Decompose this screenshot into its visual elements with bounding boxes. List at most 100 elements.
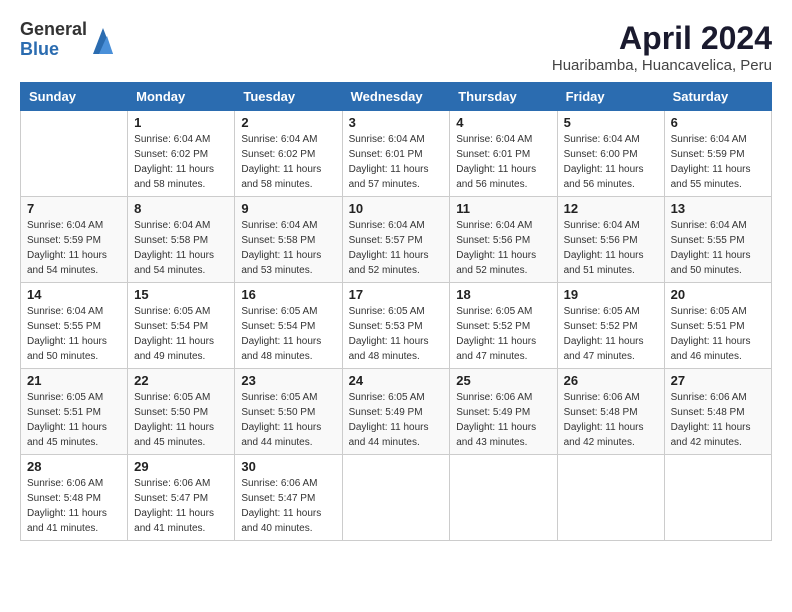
calendar-day-cell [21, 111, 128, 197]
calendar-day-cell: 4 Sunrise: 6:04 AM Sunset: 6:01 PM Daylig… [450, 111, 557, 197]
day-number: 16 [241, 287, 335, 302]
weekday-header-monday: Monday [128, 83, 235, 111]
day-info: Sunrise: 6:04 AM Sunset: 6:02 PM Dayligh… [134, 132, 228, 192]
title-block: April 2024 Huaribamba, Huancavelica, Per… [552, 20, 772, 74]
day-info: Sunrise: 6:04 AM Sunset: 5:56 PM Dayligh… [564, 218, 658, 278]
calendar-day-cell: 5 Sunrise: 6:04 AM Sunset: 6:00 PM Daylig… [557, 111, 664, 197]
day-info: Sunrise: 6:06 AM Sunset: 5:48 PM Dayligh… [27, 476, 121, 536]
calendar-week-row: 21Sunrise: 6:05 AM Sunset: 5:51 PM Dayli… [21, 369, 772, 455]
calendar-day-cell: 2Sunrise: 6:04 AM Sunset: 6:02 PM Daylig… [235, 111, 342, 197]
day-number: 1 [134, 115, 228, 130]
day-info: Sunrise: 6:06 AM Sunset: 5:47 PM Dayligh… [241, 476, 335, 536]
calendar-day-cell: 14 Sunrise: 6:04 AM Sunset: 5:55 PM Dayli… [21, 283, 128, 369]
weekday-header-thursday: Thursday [450, 83, 557, 111]
day-info: Sunrise: 6:04 AM Sunset: 5:55 PM Dayligh… [27, 304, 121, 364]
day-number: 14 [27, 287, 121, 302]
day-info: Sunrise: 6:05 AM Sunset: 5:52 PM Dayligh… [564, 304, 658, 364]
calendar-day-cell [342, 455, 450, 541]
day-info: Sunrise: 6:04 AM Sunset: 5:58 PM Dayligh… [241, 218, 335, 278]
day-number: 17 [349, 287, 444, 302]
calendar-day-cell: 16 Sunrise: 6:05 AM Sunset: 5:54 PM Dayli… [235, 283, 342, 369]
calendar-day-cell: 6 Sunrise: 6:04 AM Sunset: 5:59 PM Daylig… [664, 111, 771, 197]
calendar-day-cell: 9 Sunrise: 6:04 AM Sunset: 5:58 PM Daylig… [235, 197, 342, 283]
day-number: 30 [241, 459, 335, 474]
calendar-day-cell [450, 455, 557, 541]
calendar-week-row: 1 Sunrise: 6:04 AM Sunset: 6:02 PM Daylig… [21, 111, 772, 197]
day-info: Sunrise: 6:04 AM Sunset: 6:01 PM Dayligh… [349, 132, 444, 192]
calendar-day-cell: 19 Sunrise: 6:05 AM Sunset: 5:52 PM Dayli… [557, 283, 664, 369]
logo-blue: Blue [20, 40, 87, 60]
calendar-day-cell: 27 Sunrise: 6:06 AM Sunset: 5:48 PM Dayli… [664, 369, 771, 455]
calendar-table: SundayMondayTuesdayWednesdayThursdayFrid… [20, 82, 772, 541]
day-number: 24 [349, 373, 444, 388]
day-info: Sunrise: 6:05 AM Sunset: 5:49 PM Dayligh… [349, 390, 444, 450]
weekday-header-friday: Friday [557, 83, 664, 111]
calendar-day-cell: 13Sunrise: 6:04 AM Sunset: 5:55 PM Dayli… [664, 197, 771, 283]
day-info: Sunrise: 6:04 AM Sunset: 5:57 PM Dayligh… [349, 218, 444, 278]
calendar-week-row: 7 Sunrise: 6:04 AM Sunset: 5:59 PM Daylig… [21, 197, 772, 283]
logo-general: General [20, 20, 87, 40]
day-number: 7 [27, 201, 121, 216]
day-info: Sunrise: 6:06 AM Sunset: 5:48 PM Dayligh… [564, 390, 658, 450]
day-info: Sunrise: 6:04 AM Sunset: 5:58 PM Dayligh… [134, 218, 228, 278]
weekday-header-sunday: Sunday [21, 83, 128, 111]
day-info: Sunrise: 6:05 AM Sunset: 5:54 PM Dayligh… [134, 304, 228, 364]
day-info: Sunrise: 6:04 AM Sunset: 6:01 PM Dayligh… [456, 132, 550, 192]
calendar-day-cell: 25 Sunrise: 6:06 AM Sunset: 5:49 PM Dayli… [450, 369, 557, 455]
calendar-day-cell: 28 Sunrise: 6:06 AM Sunset: 5:48 PM Dayli… [21, 455, 128, 541]
location-subtitle: Huaribamba, Huancavelica, Peru [552, 57, 772, 74]
day-info: Sunrise: 6:05 AM Sunset: 5:53 PM Dayligh… [349, 304, 444, 364]
calendar-day-cell: 7 Sunrise: 6:04 AM Sunset: 5:59 PM Daylig… [21, 197, 128, 283]
calendar-day-cell: 24 Sunrise: 6:05 AM Sunset: 5:49 PM Dayli… [342, 369, 450, 455]
calendar-day-cell [664, 455, 771, 541]
day-info: Sunrise: 6:04 AM Sunset: 5:55 PM Dayligh… [671, 218, 765, 278]
day-number: 15 [134, 287, 228, 302]
day-number: 25 [456, 373, 550, 388]
day-number: 6 [671, 115, 765, 130]
calendar-week-row: 14 Sunrise: 6:04 AM Sunset: 5:55 PM Dayli… [21, 283, 772, 369]
day-number: 20 [671, 287, 765, 302]
day-info: Sunrise: 6:04 AM Sunset: 5:56 PM Dayligh… [456, 218, 550, 278]
calendar-day-cell: 20 Sunrise: 6:05 AM Sunset: 5:51 PM Dayli… [664, 283, 771, 369]
calendar-day-cell: 18Sunrise: 6:05 AM Sunset: 5:52 PM Dayli… [450, 283, 557, 369]
day-number: 2 [241, 115, 335, 130]
calendar-day-cell: 10 Sunrise: 6:04 AM Sunset: 5:57 PM Dayli… [342, 197, 450, 283]
day-number: 28 [27, 459, 121, 474]
day-info: Sunrise: 6:04 AM Sunset: 5:59 PM Dayligh… [27, 218, 121, 278]
calendar-day-cell: 3 Sunrise: 6:04 AM Sunset: 6:01 PM Daylig… [342, 111, 450, 197]
day-info: Sunrise: 6:05 AM Sunset: 5:52 PM Dayligh… [456, 304, 550, 364]
day-number: 23 [241, 373, 335, 388]
day-number: 29 [134, 459, 228, 474]
day-number: 3 [349, 115, 444, 130]
calendar-day-cell: 29 Sunrise: 6:06 AM Sunset: 5:47 PM Dayli… [128, 455, 235, 541]
day-info: Sunrise: 6:06 AM Sunset: 5:47 PM Dayligh… [134, 476, 228, 536]
calendar-day-cell: 26Sunrise: 6:06 AM Sunset: 5:48 PM Dayli… [557, 369, 664, 455]
day-info: Sunrise: 6:04 AM Sunset: 6:00 PM Dayligh… [564, 132, 658, 192]
calendar-day-cell: 17 Sunrise: 6:05 AM Sunset: 5:53 PM Dayli… [342, 283, 450, 369]
calendar-day-cell: 15 Sunrise: 6:05 AM Sunset: 5:54 PM Dayli… [128, 283, 235, 369]
day-info: Sunrise: 6:06 AM Sunset: 5:48 PM Dayligh… [671, 390, 765, 450]
calendar-week-row: 28 Sunrise: 6:06 AM Sunset: 5:48 PM Dayli… [21, 455, 772, 541]
day-number: 4 [456, 115, 550, 130]
day-number: 19 [564, 287, 658, 302]
day-number: 22 [134, 373, 228, 388]
day-info: Sunrise: 6:05 AM Sunset: 5:51 PM Dayligh… [671, 304, 765, 364]
day-number: 11 [456, 201, 550, 216]
day-info: Sunrise: 6:05 AM Sunset: 5:54 PM Dayligh… [241, 304, 335, 364]
day-info: Sunrise: 6:05 AM Sunset: 5:50 PM Dayligh… [134, 390, 228, 450]
calendar-day-cell: 23Sunrise: 6:05 AM Sunset: 5:50 PM Dayli… [235, 369, 342, 455]
day-number: 5 [564, 115, 658, 130]
day-number: 27 [671, 373, 765, 388]
page-header: General Blue April 2024 Huaribamba, Huan… [20, 20, 772, 74]
calendar-day-cell: 21Sunrise: 6:05 AM Sunset: 5:51 PM Dayli… [21, 369, 128, 455]
weekday-header-wednesday: Wednesday [342, 83, 450, 111]
weekday-header-saturday: Saturday [664, 83, 771, 111]
day-info: Sunrise: 6:06 AM Sunset: 5:49 PM Dayligh… [456, 390, 550, 450]
logo: General Blue [20, 20, 115, 60]
day-info: Sunrise: 6:04 AM Sunset: 5:59 PM Dayligh… [671, 132, 765, 192]
day-number: 9 [241, 201, 335, 216]
day-number: 12 [564, 201, 658, 216]
calendar-day-cell: 1 Sunrise: 6:04 AM Sunset: 6:02 PM Daylig… [128, 111, 235, 197]
day-number: 10 [349, 201, 444, 216]
day-number: 21 [27, 373, 121, 388]
